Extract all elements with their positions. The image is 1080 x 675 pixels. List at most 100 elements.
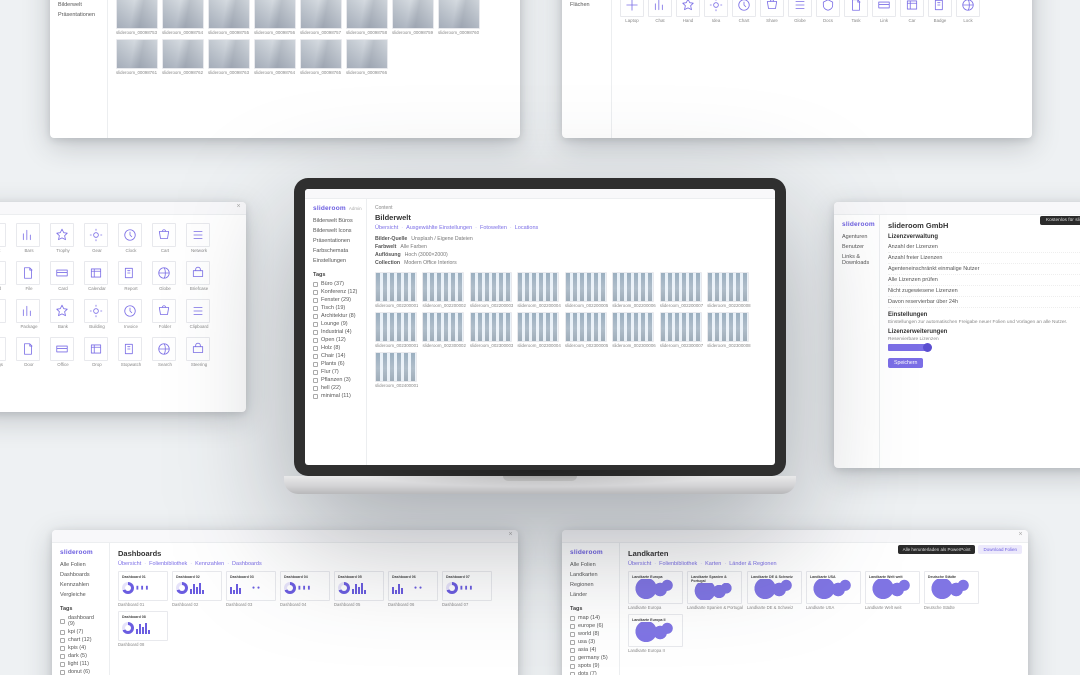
thumbnail[interactable]: slideroom_002200001	[375, 272, 418, 308]
breadcrumb-item[interactable]: Folienbibliothek	[141, 561, 187, 567]
thumbnail-image[interactable]	[660, 272, 702, 302]
tag-filter[interactable]: Architektur (8)	[313, 312, 358, 320]
tag-filter[interactable]: dots (7)	[570, 670, 611, 675]
checkbox-icon[interactable]	[313, 314, 318, 319]
thumbnail-image[interactable]	[517, 272, 559, 302]
sidebar-item[interactable]: Bilderwelt Icons	[313, 226, 358, 236]
save-button[interactable]: Speichern	[888, 358, 923, 368]
download-pill-right[interactable]: Download Folien	[978, 545, 1022, 554]
thumbnail-image[interactable]	[375, 312, 417, 342]
map-slide-tile[interactable]: Deutsche StädteDeutsche Städte	[924, 571, 979, 610]
icon-tile[interactable]: Gear	[84, 223, 110, 253]
thumbnail[interactable]: slideroom_00098753	[116, 0, 158, 35]
thumbnail-image[interactable]	[300, 39, 342, 69]
tag-filter[interactable]: Fenster (29)	[313, 296, 358, 304]
checkbox-icon[interactable]	[313, 338, 318, 343]
thumbnail-image[interactable]	[375, 352, 417, 382]
checkbox-icon[interactable]	[313, 306, 318, 311]
checkbox-icon[interactable]	[60, 646, 65, 651]
stopwatch-icon[interactable]	[118, 337, 142, 361]
icon-tile[interactable]: Task	[844, 0, 868, 23]
thumbnail-image[interactable]	[565, 312, 607, 342]
icon-tile[interactable]: Settings	[0, 337, 8, 367]
thumbnail-image[interactable]	[346, 39, 388, 69]
breadcrumb-item[interactable]: Karten	[697, 561, 721, 567]
thumbnail[interactable]: slideroom_002200003	[470, 272, 513, 308]
checkbox-icon[interactable]	[313, 354, 318, 359]
close-icon[interactable]: ×	[1016, 530, 1025, 539]
idea-icon[interactable]	[704, 0, 728, 17]
filter-row[interactable]: Bilder-QuelleUnsplash / Eigene Dateien	[375, 235, 767, 243]
hand-icon[interactable]	[676, 0, 700, 17]
report-icon[interactable]	[118, 261, 142, 285]
drop-icon[interactable]	[84, 337, 108, 361]
tag-icon[interactable]	[0, 299, 6, 323]
map-slide-tile[interactable]: Landkarte USALandkarte USA	[806, 571, 861, 610]
checkbox-icon[interactable]	[60, 619, 65, 624]
thumbnail[interactable]: slideroom_002400001	[375, 352, 418, 388]
tag-filter[interactable]: europe (6)	[570, 622, 611, 630]
checkbox-icon[interactable]	[313, 386, 318, 391]
sidebar-item[interactable]: Kennzahlen	[60, 580, 101, 590]
chat-icon[interactable]	[648, 0, 672, 17]
thumbnail-image[interactable]	[612, 312, 654, 342]
thumbnail[interactable]: slideroom_002300003	[470, 312, 513, 348]
slide-tile[interactable]: Dashboard 04▮▮▮Dashboard 04	[280, 571, 330, 607]
tag-filter[interactable]: kpis (4)	[60, 644, 101, 652]
checkbox-icon[interactable]	[313, 298, 318, 303]
thumbnail[interactable]: slideroom_002200008	[707, 272, 750, 308]
sidebar-item[interactable]: Vergleiche	[60, 590, 101, 600]
map-slide-tile[interactable]: Landkarte EuropaLandkarte Europa	[628, 571, 683, 610]
tag-filter[interactable]: minimal (11)	[313, 392, 358, 400]
checkbox-icon[interactable]	[60, 654, 65, 659]
tag-filter[interactable]: spots (9)	[570, 662, 611, 670]
checkbox-icon[interactable]	[60, 630, 65, 635]
tag-filter[interactable]: world (8)	[570, 630, 611, 638]
thumbnail[interactable]: slideroom_00098763	[208, 39, 250, 75]
checkbox-icon[interactable]	[570, 624, 575, 629]
laptop-icon[interactable]	[620, 0, 644, 17]
icon-tile[interactable]: Office	[50, 337, 76, 367]
thumbnail[interactable]: slideroom_002300006	[612, 312, 655, 348]
thumbnail-image[interactable]	[422, 272, 464, 302]
checkbox-icon[interactable]	[313, 322, 318, 327]
breadcrumb-item[interactable]: Fotowelten	[472, 225, 507, 231]
sidebar-item[interactable]: Präsentationen	[58, 10, 99, 20]
download-pill[interactable]: Alle herunterladen als PowerPoint Downlo…	[898, 545, 1022, 554]
icon-tile[interactable]: Clipboard	[186, 299, 212, 329]
thumbnail-image[interactable]	[162, 39, 204, 69]
checkbox-icon[interactable]	[60, 638, 65, 643]
tab-label[interactable]: Content	[375, 205, 767, 211]
checkbox-icon[interactable]	[570, 632, 575, 637]
card-icon[interactable]	[50, 261, 74, 285]
map-slide-tile[interactable]: Landkarte DE & SchweizLandkarte DE & Sch…	[747, 571, 802, 610]
checkbox-icon[interactable]	[313, 330, 318, 335]
thumbnail[interactable]: slideroom_00098761	[116, 39, 158, 75]
sidebar-item[interactable]: Regionen	[570, 580, 611, 590]
sidebar-item[interactable]: Farbschemata	[313, 246, 358, 256]
sidebar-item[interactable]: Flächen	[570, 0, 603, 10]
icon-tile[interactable]: Briefcase	[186, 261, 212, 291]
tag-filter[interactable]: Flur (7)	[313, 368, 358, 376]
thumbnail-image[interactable]	[346, 0, 388, 29]
sidebar-item[interactable]: Präsentationen	[313, 236, 358, 246]
icon-tile[interactable]: Stopwatch	[118, 337, 144, 367]
thumbnail-image[interactable]	[707, 272, 749, 302]
thumbnail[interactable]: slideroom_00098756	[254, 0, 296, 35]
icon-tile[interactable]: Badge	[928, 0, 952, 23]
thumbnail[interactable]: slideroom_002300004	[517, 312, 560, 348]
thumbnail[interactable]: slideroom_00098764	[254, 39, 296, 75]
package-icon[interactable]	[16, 299, 40, 323]
thumbnail[interactable]: slideroom_00098759	[392, 0, 434, 35]
filter-row[interactable]: FarbweltAlle Farben	[375, 243, 767, 251]
sidebar-item[interactable]: Alle Folien	[570, 560, 611, 570]
network-icon[interactable]	[186, 223, 210, 247]
icon-tile[interactable]: Cart	[152, 223, 178, 253]
icon-tile[interactable]: Steering	[186, 337, 212, 367]
icon-tile[interactable]: Bars	[16, 223, 42, 253]
trophy-icon[interactable]	[50, 223, 74, 247]
share-icon[interactable]	[760, 0, 784, 17]
thumbnail-image[interactable]	[162, 0, 204, 29]
thumbnail[interactable]: slideroom_002200007	[660, 272, 703, 308]
sidebar-item[interactable]: Links & Downloads	[842, 252, 871, 268]
